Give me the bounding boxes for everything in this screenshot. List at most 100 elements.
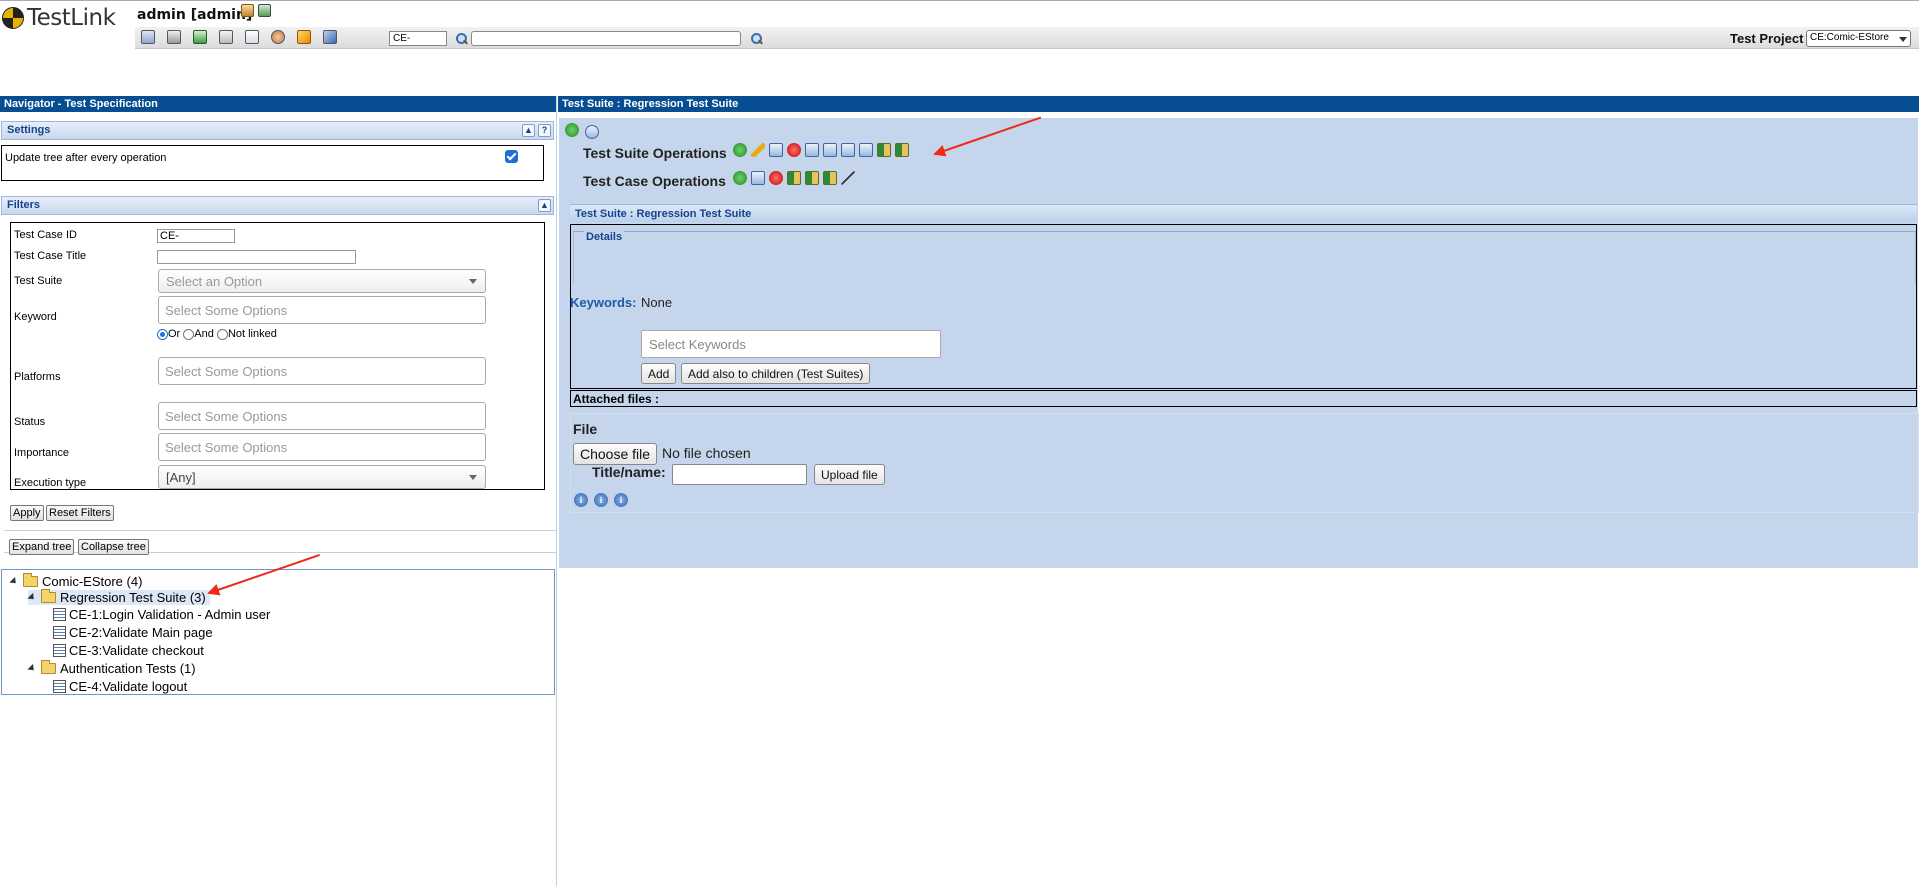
- move-test-cases-icon[interactable]: [787, 171, 801, 185]
- tree-node-testcase[interactable]: CE-2:Validate Main page: [53, 625, 213, 640]
- test-suite-select[interactable]: Select an Option: [158, 269, 486, 293]
- test-case-title-input[interactable]: [157, 250, 356, 264]
- tree-node-suite[interactable]: Regression Test Suite (3): [27, 589, 210, 605]
- test-suite-operations-icons: [733, 143, 909, 157]
- tree-node-suite[interactable]: Authentication Tests (1): [27, 660, 196, 676]
- tree-node-testcase[interactable]: CE-4:Validate logout: [53, 679, 187, 694]
- info-icon[interactable]: i: [574, 493, 588, 507]
- gear-icon[interactable]: [585, 125, 599, 139]
- attachment-title-input[interactable]: [672, 464, 807, 485]
- keyword-placeholder: Select Some Options: [165, 303, 288, 318]
- collapse-up-icon[interactable]: ▲: [522, 124, 535, 137]
- execution-type-value: [Any]: [166, 470, 196, 485]
- create-suite-icon[interactable]: [733, 143, 747, 157]
- copy-icon[interactable]: [769, 143, 783, 157]
- details-fieldset: Details: [573, 231, 1916, 283]
- reset-filters-button[interactable]: Reset Filters: [46, 505, 114, 521]
- export-icon[interactable]: [859, 143, 873, 157]
- keyword-mode-not-linked-radio[interactable]: [216, 328, 228, 340]
- test-project-label: Test Project: [1730, 31, 1804, 46]
- keyword-select[interactable]: Select Some Options: [158, 296, 486, 324]
- keyword-mode-or-label: Or: [168, 328, 181, 340]
- requirements-icon[interactable]: [167, 30, 181, 44]
- upload-file-button[interactable]: Upload file: [814, 464, 885, 485]
- create-test-case-icon[interactable]: [733, 171, 747, 185]
- keyword-mode-or-radio[interactable]: [157, 328, 168, 340]
- print-icon[interactable]: [841, 143, 855, 157]
- platforms-select[interactable]: Select Some Options: [158, 357, 486, 385]
- folder-icon: [23, 573, 38, 587]
- keyword-mode-and-radio[interactable]: [183, 328, 195, 340]
- tree-node-root[interactable]: Comic-EStore (4): [9, 573, 142, 589]
- logout-icon[interactable]: [258, 4, 271, 17]
- export-test-cases-icon[interactable]: [823, 171, 837, 185]
- test-project-value: CE:Comic-EStore: [1810, 32, 1889, 43]
- add-keyword-to-children-button[interactable]: Add also to children (Test Suites): [681, 363, 871, 384]
- full-search-icon[interactable]: [750, 32, 763, 45]
- help-icon[interactable]: [323, 30, 337, 44]
- delete-icon[interactable]: [787, 143, 801, 157]
- keyword-label: Keyword: [14, 311, 57, 323]
- execution-type-select[interactable]: [Any]: [158, 465, 486, 489]
- test-case-operations-label: Test Case Operations: [583, 173, 726, 189]
- import-test-cases-icon[interactable]: [805, 171, 819, 185]
- desktop-icon[interactable]: [141, 30, 155, 44]
- expand-tree-button[interactable]: Expand tree: [9, 539, 75, 555]
- my-settings-icon[interactable]: [241, 4, 254, 17]
- export-excel-icon[interactable]: [895, 143, 909, 157]
- move-icon[interactable]: [805, 143, 819, 157]
- folder-icon: [41, 589, 56, 603]
- importance-label: Importance: [14, 447, 70, 459]
- filters-panel-header[interactable]: Filters ▲: [1, 196, 554, 215]
- user-management-icon[interactable]: [271, 30, 285, 44]
- delete-icon[interactable]: [769, 171, 783, 185]
- test-case-icon: [53, 608, 66, 621]
- add-keyword-button[interactable]: Add: [641, 363, 677, 384]
- test-case-search-input[interactable]: [389, 31, 447, 46]
- help-question-icon[interactable]: ?: [538, 124, 551, 137]
- tree-node-testcase[interactable]: CE-3:Validate checkout: [53, 643, 204, 658]
- expand-toggle-icon[interactable]: [27, 663, 37, 674]
- test-suite-placeholder: Select an Option: [166, 274, 263, 289]
- importance-select[interactable]: Select Some Options: [158, 433, 486, 461]
- collapse-tree-button[interactable]: Collapse tree: [78, 539, 149, 555]
- test-case-id-input[interactable]: [157, 229, 235, 243]
- test-reports-icon[interactable]: [245, 30, 259, 44]
- info-icon[interactable]: i: [594, 493, 608, 507]
- filters-panel: Test Case ID Test Case Title Test Suite …: [10, 222, 545, 490]
- tree-node-testcase[interactable]: CE-1:Login Validation - Admin user: [53, 607, 270, 622]
- copy-icon[interactable]: [751, 171, 765, 185]
- current-user: admin [admin]: [137, 7, 253, 23]
- status-select[interactable]: Select Some Options: [158, 402, 486, 430]
- settings-panel-header[interactable]: Settings ▲ ?: [1, 121, 554, 140]
- import-icon[interactable]: [877, 143, 891, 157]
- work-area: Test Suite Operations Test Case Operatio…: [559, 118, 1919, 568]
- testlink-logo[interactable]: TestLink: [2, 5, 116, 31]
- platforms-placeholder: Select Some Options: [165, 364, 288, 379]
- keywords-select[interactable]: Select Keywords: [641, 330, 941, 358]
- test-case-operations-icons: [733, 171, 855, 185]
- choose-file-button[interactable]: Choose file: [573, 443, 658, 465]
- full-text-search-input[interactable]: [471, 31, 741, 46]
- info-icon[interactable]: i: [614, 493, 628, 507]
- expand-toggle-icon[interactable]: [27, 592, 37, 603]
- test-project-select[interactable]: CE:Comic-EStore: [1806, 30, 1911, 47]
- reorder-icon[interactable]: [823, 143, 837, 157]
- update-tree-checkbox[interactable]: [505, 150, 518, 163]
- keyword-mode-not-linked-label: Not linked: [227, 328, 277, 340]
- workframe: Test Suite : Regression Test Suite Test …: [558, 96, 1919, 886]
- events-icon[interactable]: [297, 30, 311, 44]
- edit-icon[interactable]: [751, 143, 765, 157]
- test-specification-icon[interactable]: [193, 30, 207, 44]
- test-execution-icon[interactable]: [219, 30, 233, 44]
- apply-filters-button[interactable]: Apply: [10, 505, 44, 521]
- info-icons: iii: [574, 492, 634, 507]
- details-label: Details: [584, 231, 625, 243]
- expand-toggle-icon[interactable]: [9, 576, 19, 587]
- generate-icon[interactable]: [841, 171, 855, 185]
- home-icon[interactable]: [565, 123, 579, 137]
- upload-area: File Choose file No file chosen Title/na…: [570, 413, 1919, 513]
- collapse-up-icon[interactable]: ▲: [538, 199, 551, 212]
- search-icon[interactable]: [455, 32, 468, 45]
- test-spec-tree: Comic-EStore (4) Regression Test Suite (…: [1, 569, 555, 695]
